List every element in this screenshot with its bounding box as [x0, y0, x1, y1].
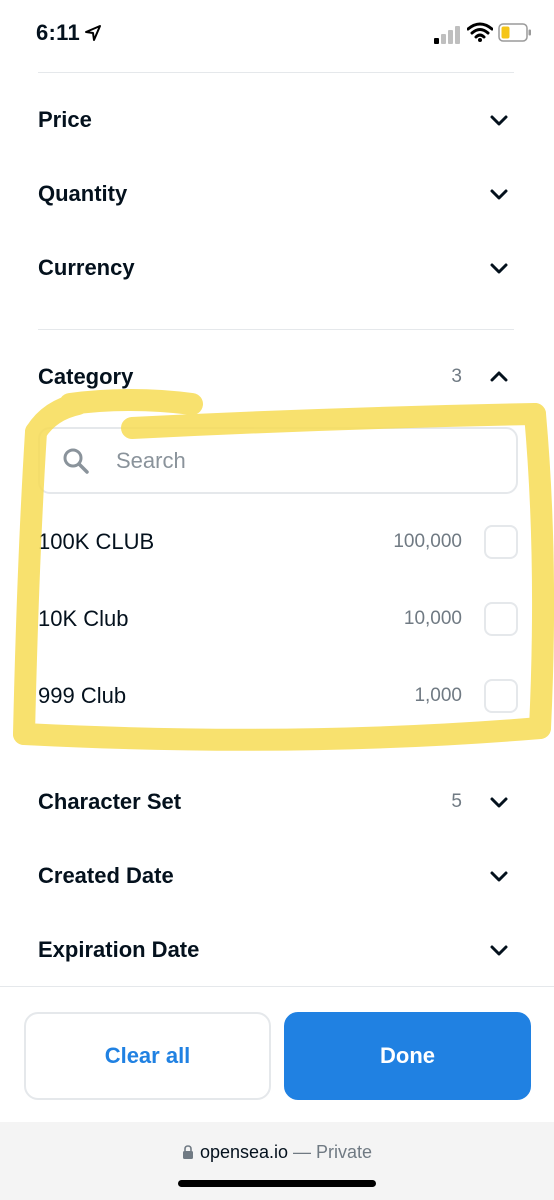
home-indicator[interactable]	[178, 1180, 376, 1187]
clear-all-button[interactable]: Clear all	[24, 1012, 271, 1100]
category-checkbox[interactable]	[484, 525, 518, 559]
filter-quantity[interactable]: Quantity	[38, 169, 514, 219]
url-domain: opensea.io	[199, 1142, 289, 1162]
chevron-down-icon	[490, 115, 508, 126]
filter-label: Currency	[38, 255, 135, 280]
filter-label: Quantity	[38, 181, 128, 206]
search-icon	[63, 448, 89, 474]
divider	[38, 72, 514, 73]
filter-created-date[interactable]: Created Date	[38, 851, 514, 901]
chevron-down-icon	[490, 797, 508, 808]
category-item-count: 1,000	[414, 685, 462, 706]
filter-category[interactable]: Category 3	[38, 352, 514, 402]
chevron-down-icon	[490, 945, 508, 956]
filter-label: Created Date	[38, 863, 174, 888]
category-item-count: 100,000	[393, 531, 462, 552]
done-button[interactable]: Done	[284, 1012, 531, 1100]
filter-count: 3	[451, 366, 462, 387]
category-checkbox[interactable]	[484, 679, 518, 713]
filter-count: 5	[451, 791, 462, 812]
search-input[interactable]	[116, 439, 496, 483]
wifi-icon	[467, 22, 493, 42]
chevron-down-icon	[490, 263, 508, 274]
category-item-name: 10K Club	[38, 606, 129, 631]
status-time: 6:11	[36, 20, 81, 45]
filter-price[interactable]: Price	[38, 95, 514, 145]
chevron-down-icon	[490, 871, 508, 882]
lock-icon	[182, 1145, 193, 1159]
status-bar: 6:11	[0, 0, 554, 70]
category-item-10k-club[interactable]: 10K Club 10,000	[38, 594, 518, 644]
chevron-up-icon	[490, 371, 508, 382]
filter-currency[interactable]: Currency	[38, 243, 514, 293]
chevron-down-icon	[490, 189, 508, 200]
cellular-signal-icon	[434, 26, 460, 44]
category-search-box[interactable]	[38, 427, 518, 494]
battery-icon	[498, 23, 531, 42]
filter-label: Category	[38, 364, 134, 389]
filter-label: Price	[38, 107, 92, 132]
location-arrow-icon	[85, 25, 101, 41]
filter-action-bar: Clear all Done	[0, 986, 554, 1122]
private-mode-label: — Private	[293, 1142, 373, 1162]
divider	[38, 329, 514, 330]
category-item-name: 100K CLUB	[38, 529, 155, 554]
category-item-name: 999 Club	[38, 683, 127, 708]
browser-url-bar[interactable]: opensea.io — Private	[0, 1122, 554, 1200]
filter-label: Expiration Date	[38, 937, 200, 962]
category-item-999-club[interactable]: 999 Club 1,000	[38, 671, 518, 721]
category-item-100k-club[interactable]: 100K CLUB 100,000	[38, 517, 518, 567]
category-checkbox[interactable]	[484, 602, 518, 636]
filter-expiration-date[interactable]: Expiration Date	[38, 925, 514, 975]
url-line: opensea.io — Private	[0, 1142, 554, 1163]
category-item-count: 10,000	[403, 608, 462, 629]
filter-character-set[interactable]: Character Set 5	[38, 777, 514, 827]
filter-label: Character Set	[38, 789, 182, 814]
